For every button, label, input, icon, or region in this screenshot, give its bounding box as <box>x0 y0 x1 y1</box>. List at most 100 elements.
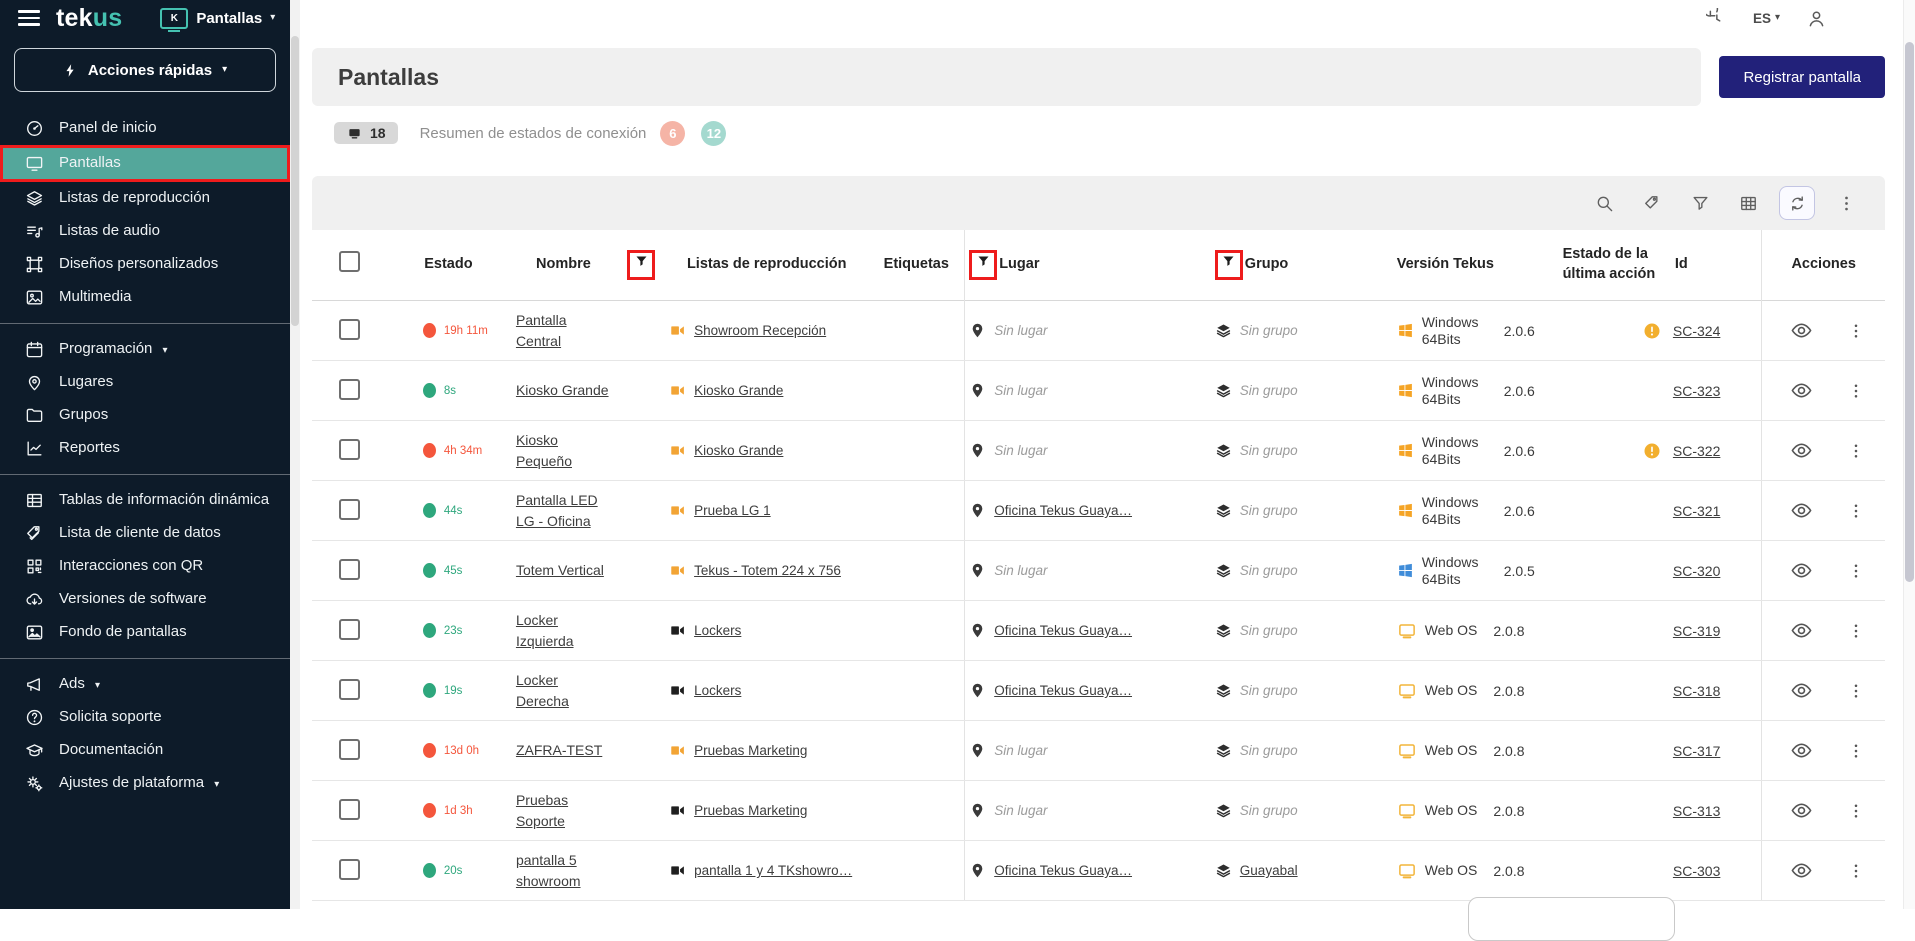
header-ultima-accion[interactable]: Estado de la última acción <box>1559 230 1671 301</box>
row-checkbox[interactable] <box>339 799 360 820</box>
view-screen-button[interactable] <box>1790 619 1813 642</box>
sidebar-item-programacion[interactable]: Programación ▾ <box>0 333 290 366</box>
view-screen-button[interactable] <box>1790 559 1813 582</box>
screen-name-link[interactable]: Totem Vertical <box>516 560 604 580</box>
row-checkbox[interactable] <box>339 559 360 580</box>
row-menu-button[interactable] <box>1847 382 1865 400</box>
screen-id-link[interactable]: SC-323 <box>1673 383 1720 399</box>
screen-id-link[interactable]: SC-322 <box>1673 443 1720 459</box>
sidebar-item-reportes[interactable]: Reportes <box>0 432 290 465</box>
online-count-badge[interactable]: 12 <box>701 121 726 146</box>
place-link[interactable]: Oficina Tekus Guaya… <box>994 683 1132 698</box>
row-checkbox[interactable] <box>339 679 360 700</box>
table-icon[interactable] <box>1731 187 1765 219</box>
sidebar-item-listas-de-audio[interactable]: Listas de audio <box>0 215 290 248</box>
place-link[interactable]: Oficina Tekus Guaya… <box>994 503 1132 518</box>
screen-name-link[interactable]: Kiosko Pequeño <box>516 430 612 471</box>
place-link[interactable]: Oficina Tekus Guaya… <box>994 863 1132 878</box>
screen-name-link[interactable]: Kiosko Grande <box>516 380 609 400</box>
row-menu-button[interactable] <box>1847 742 1865 760</box>
filter-icon[interactable] <box>1683 187 1717 219</box>
playlist-link[interactable]: Tekus - Totem 224 x 756 <box>694 563 841 578</box>
language-selector[interactable]: ES ▾ <box>1753 11 1780 26</box>
sidebar-item-listas-de-reproduccion[interactable]: Listas de reproducción <box>0 182 290 215</box>
playlist-link[interactable]: Kiosko Grande <box>694 383 783 398</box>
screen-name-link[interactable]: Locker Izquierda <box>516 610 612 651</box>
row-menu-button[interactable] <box>1847 502 1865 520</box>
nombre-filter-annotation[interactable] <box>627 250 655 280</box>
view-screen-button[interactable] <box>1790 859 1813 882</box>
playlist-link[interactable]: pantalla 1 y 4 TKshowro… <box>694 863 852 878</box>
tag-icon[interactable] <box>1635 187 1669 219</box>
sidebar-item-panel-de-inicio[interactable]: Panel de inicio <box>0 112 290 145</box>
screen-id-link[interactable]: SC-317 <box>1673 743 1720 759</box>
group-link[interactable]: Guayabal <box>1240 863 1298 878</box>
history-icon[interactable] <box>1706 8 1727 29</box>
sidebar-item-solicita-soporte[interactable]: Solicita soporte <box>0 701 290 734</box>
sidebar-scrollbar-thumb[interactable] <box>291 36 299 326</box>
screen-name-link[interactable]: Pruebas Soporte <box>516 790 612 831</box>
view-screen-button[interactable] <box>1790 679 1813 702</box>
view-screen-button[interactable] <box>1790 799 1813 822</box>
row-checkbox[interactable] <box>339 859 360 880</box>
sidebar-item-documentacion[interactable]: Documentación <box>0 734 290 767</box>
user-icon[interactable] <box>1806 8 1827 29</box>
row-menu-button[interactable] <box>1847 862 1865 880</box>
sidebar-item-tablas-de-informacion-dinamica[interactable]: Tablas de información dinámica <box>0 484 290 517</box>
row-checkbox[interactable] <box>339 319 360 340</box>
screen-id-link[interactable]: SC-313 <box>1673 803 1720 819</box>
header-nombre[interactable]: Nombre <box>510 230 617 301</box>
header-id[interactable]: Id <box>1671 230 1762 301</box>
grupo-filter-annotation[interactable] <box>1215 250 1243 280</box>
screen-name-link[interactable]: Pantalla Central <box>516 310 612 351</box>
playlist-link[interactable]: Pruebas Marketing <box>694 803 807 818</box>
playlist-link[interactable]: Lockers <box>694 683 741 698</box>
screen-name-link[interactable]: Pantalla LED LG - Oficina <box>516 490 612 531</box>
row-checkbox[interactable] <box>339 439 360 460</box>
screen-id-link[interactable]: SC-303 <box>1673 863 1720 879</box>
workspace-selector[interactable]: K Pantallas ▾ <box>160 8 275 29</box>
sidebar-item-ads[interactable]: Ads ▾ <box>0 668 290 701</box>
row-checkbox[interactable] <box>339 739 360 760</box>
playlist-link[interactable]: Showroom Recepción <box>694 323 826 338</box>
view-screen-button[interactable] <box>1790 439 1813 462</box>
row-checkbox[interactable] <box>339 379 360 400</box>
place-link[interactable]: Oficina Tekus Guaya… <box>994 623 1132 638</box>
screen-name-link[interactable]: pantalla 5 showroom <box>516 850 612 891</box>
playlist-link[interactable]: Lockers <box>694 623 741 638</box>
quick-actions-button[interactable]: Acciones rápidas ▾ <box>14 48 276 92</box>
sidebar-item-grupos[interactable]: Grupos <box>0 399 290 432</box>
offline-count-badge[interactable]: 6 <box>660 121 685 146</box>
header-lugar[interactable]: Lugar <box>999 255 1039 275</box>
header-version[interactable]: Versión Tekus <box>1393 230 1559 301</box>
screen-id-link[interactable]: SC-318 <box>1673 683 1720 699</box>
header-listas[interactable]: Listas de reproducción <box>665 230 868 301</box>
view-screen-button[interactable] <box>1790 739 1813 762</box>
page-scrollbar[interactable] <box>1903 0 1915 909</box>
row-menu-button[interactable] <box>1847 322 1865 340</box>
row-menu-button[interactable] <box>1847 682 1865 700</box>
screen-name-link[interactable]: Locker Derecha <box>516 670 612 711</box>
screen-id-link[interactable]: SC-324 <box>1673 323 1720 339</box>
page-scrollbar-thumb[interactable] <box>1905 42 1914 582</box>
sidebar-item-versiones-de-software[interactable]: Versiones de software <box>0 583 290 616</box>
sidebar-item-pantallas[interactable]: Pantallas <box>0 145 290 182</box>
search-icon[interactable] <box>1587 187 1621 219</box>
register-screen-button[interactable]: Registrar pantalla <box>1719 56 1885 98</box>
row-menu-button[interactable] <box>1847 802 1865 820</box>
refresh-icon[interactable] <box>1779 186 1815 220</box>
sidebar-item-fondo-de-pantallas[interactable]: Fondo de pantallas <box>0 616 290 649</box>
header-etiquetas[interactable]: Etiquetas <box>868 230 964 301</box>
screen-name-link[interactable]: ZAFRA-TEST <box>516 740 602 760</box>
more-icon[interactable] <box>1829 187 1863 219</box>
sidebar-item-multimedia[interactable]: Multimedia <box>0 281 290 314</box>
sidebar-item-interacciones-con-qr[interactable]: Interacciones con QR <box>0 550 290 583</box>
header-estado[interactable]: Estado <box>387 230 510 301</box>
playlist-link[interactable]: Kiosko Grande <box>694 443 783 458</box>
menu-toggle-icon[interactable] <box>18 10 40 26</box>
view-screen-button[interactable] <box>1790 319 1813 342</box>
sidebar-scrollbar[interactable] <box>290 0 300 909</box>
screen-id-link[interactable]: SC-320 <box>1673 563 1720 579</box>
row-menu-button[interactable] <box>1847 562 1865 580</box>
screen-id-link[interactable]: SC-321 <box>1673 503 1720 519</box>
